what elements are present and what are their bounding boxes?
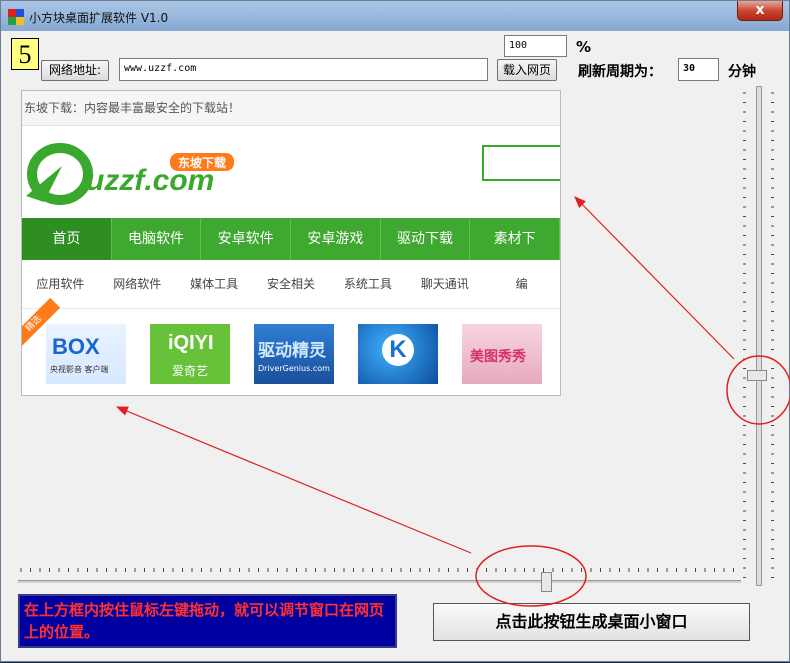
horizontal-slider[interactable] bbox=[18, 568, 741, 586]
drivergenius-app-icon[interactable]: 驱动精灵 DriverGenius.com bbox=[254, 324, 334, 384]
site-search-box[interactable] bbox=[482, 145, 560, 181]
kugou-app-icon[interactable]: K bbox=[358, 324, 438, 384]
site-nav-item[interactable]: 安卓软件 bbox=[201, 218, 292, 260]
uzzf-logo: uzzf.com 东坡下载 bbox=[26, 143, 234, 205]
box-label: BOX bbox=[52, 334, 100, 359]
drivergenius-label: 驱动精灵 bbox=[258, 341, 326, 361]
window-title: 小方块桌面扩展软件 V1.0 bbox=[29, 11, 169, 25]
minutes-label: 分钟 bbox=[728, 64, 756, 80]
kugou-label: K bbox=[382, 334, 414, 366]
close-button[interactable]: x bbox=[737, 1, 783, 21]
app-icon bbox=[8, 9, 24, 25]
site-nav-item[interactable]: 驱动下载 bbox=[381, 218, 471, 260]
iqiyi-label: iQIYI bbox=[168, 332, 214, 354]
site-subnav-item[interactable]: 应用软件 bbox=[22, 260, 99, 308]
drivergenius-sub: DriverGenius.com bbox=[258, 364, 330, 373]
site-nav-item[interactable]: 素材下 bbox=[470, 218, 560, 260]
generate-window-button[interactable]: 点击此按钮生成桌面小窗口 bbox=[433, 603, 750, 641]
featured-apps: 精选 BOX 央视影音 客户端 iQIYI 爱奇艺 驱动精灵 DriverGen… bbox=[22, 297, 560, 395]
percent-label: % bbox=[576, 38, 592, 56]
site-subnav: 应用软件 网络软件 媒体工具 安全相关 系统工具 聊天通讯编 bbox=[22, 260, 560, 309]
site-subnav-item[interactable]: 编 bbox=[483, 260, 560, 308]
site-subnav-item[interactable]: 聊天通讯 bbox=[406, 260, 483, 308]
site-subnav-item[interactable]: 媒体工具 bbox=[176, 260, 253, 308]
url-input[interactable]: www.uzzf.com bbox=[119, 58, 488, 81]
site-nav-item[interactable]: 电脑软件 bbox=[112, 218, 202, 260]
number-badge: 5 bbox=[11, 38, 39, 70]
webpage-preview[interactable]: 东坡下载：内容最丰富最安全的下载站！ uzzf.com 东坡下载 首页 电脑软件安… bbox=[21, 90, 561, 396]
refresh-period-input[interactable]: 30 bbox=[678, 58, 719, 81]
site-subnav-item[interactable]: 系统工具 bbox=[329, 260, 406, 308]
instruction-panel: 在上方框内按住鼠标左键拖动，就可以调节窗口在网页上的位置。 bbox=[18, 594, 397, 648]
meitu-app-icon[interactable]: 美图秀秀 bbox=[462, 324, 542, 384]
refresh-label: 刷新周期为： bbox=[578, 64, 662, 80]
url-button[interactable]: 网络地址: bbox=[41, 60, 109, 81]
site-subnav-item[interactable]: 安全相关 bbox=[253, 260, 330, 308]
horizontal-slider-track[interactable] bbox=[18, 580, 741, 583]
box-app-icon[interactable]: BOX 央视影音 客户端 bbox=[46, 324, 126, 384]
site-nav-item[interactable]: 首页 bbox=[22, 218, 112, 260]
load-page-button[interactable]: 载入网页 bbox=[497, 59, 557, 81]
app-window: 小方块桌面扩展软件 V1.0 x 5 100 % 网络地址: www.uzzf.… bbox=[0, 0, 790, 662]
site-tagline: 东坡下载：内容最丰富最安全的下载站！ bbox=[22, 91, 560, 126]
title-bar[interactable]: 小方块桌面扩展软件 V1.0 x bbox=[1, 1, 789, 31]
logo-badge: 东坡下载 bbox=[178, 155, 226, 170]
box-sub: 央视影音 客户端 bbox=[50, 365, 109, 374]
iqiyi-sub: 爱奇艺 bbox=[172, 364, 209, 378]
site-subnav-item[interactable]: 网络软件 bbox=[99, 260, 176, 308]
iqiyi-app-icon[interactable]: iQIYI 爱奇艺 bbox=[150, 324, 230, 384]
meitu-label: 美图秀秀 bbox=[470, 349, 526, 365]
site-nav: 首页 电脑软件 安卓软件 安卓游戏 驱动下载 素材下 bbox=[22, 218, 560, 260]
site-header: uzzf.com 东坡下载 bbox=[22, 126, 560, 218]
vertical-slider-thumb[interactable] bbox=[747, 370, 767, 381]
opacity-input[interactable]: 100 bbox=[504, 35, 567, 57]
site-nav-item[interactable]: 安卓游戏 bbox=[291, 218, 381, 260]
horizontal-slider-thumb[interactable] bbox=[540, 572, 552, 592]
vertical-slider-track[interactable] bbox=[756, 86, 762, 586]
